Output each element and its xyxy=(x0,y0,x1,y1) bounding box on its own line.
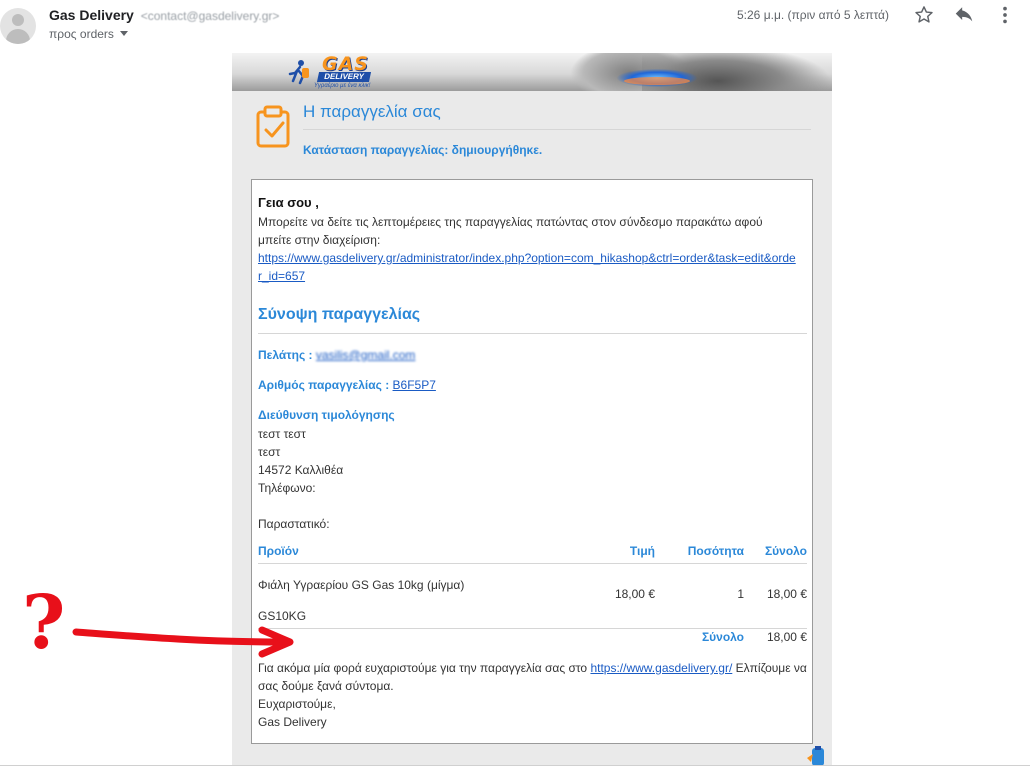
sender-name[interactable]: Gas Delivery xyxy=(49,7,134,23)
email-body: GAS DELIVERY Υγραέριο με ένα κλικ! Η παρ… xyxy=(232,53,832,766)
gas-delivery-logo[interactable]: GAS DELIVERY Υγραέριο με ένα κλικ! xyxy=(278,53,378,91)
reply-icon[interactable] xyxy=(953,4,975,26)
greeting: Γεια σου , xyxy=(258,195,319,210)
row-divider xyxy=(258,628,807,629)
order-number-link[interactable]: B6F5P7 xyxy=(393,378,436,392)
more-vert-icon[interactable] xyxy=(994,4,1016,26)
billing-street: τεστ xyxy=(258,445,281,459)
gas-flame-core xyxy=(624,77,690,85)
website-link[interactable]: https://www.gasdelivery.gr/ xyxy=(590,661,732,675)
customer-label: Πελάτης : xyxy=(258,348,313,362)
column-price: Τιμή xyxy=(629,544,655,558)
customer-row: Πελάτης : vasilis@gmail.com xyxy=(258,348,415,362)
logo-tagline: Υγραέριο με ένα κλικ! xyxy=(314,83,371,89)
thank-you-message: Για ακόμα μία φορά ευχαριστούμε για την … xyxy=(258,659,807,695)
column-total: Σύνολο xyxy=(764,544,807,558)
column-quantity: Ποσότητα xyxy=(687,544,744,558)
order-number-row: Αριθμός παραγγελίας : B6F5P7 xyxy=(258,378,436,392)
timestamp: 5:26 μ.μ. (πριν από 5 λεπτά) xyxy=(737,8,889,22)
thanks-prefix: Για ακόμα μία φορά ευχαριστούμε για την … xyxy=(258,661,591,675)
delivery-runner-icon xyxy=(288,60,309,85)
sender-address: <contact@gasdelivery.gr> xyxy=(140,9,280,23)
recipient-label: προς orders xyxy=(49,27,114,41)
item-total: 18,00 € xyxy=(766,587,807,601)
avatar-head xyxy=(12,14,24,26)
invoice-label: Παραστατικό: xyxy=(258,517,330,531)
clipboard-check-icon xyxy=(256,105,290,148)
column-product: Προϊόν xyxy=(258,544,299,558)
billing-phone: Τηλέφωνο: xyxy=(258,481,316,495)
item-quantity: 1 xyxy=(737,587,744,601)
grand-total-value: 18,00 € xyxy=(766,630,807,644)
intro-text: Μπορείτε να δείτε τις λεπτομέρειες της π… xyxy=(258,215,763,247)
billing-address: τεστ τεστ τεστ 14572 Καλλιθέα Τηλέφωνο: xyxy=(258,425,343,497)
grand-total-label: Σύνολο xyxy=(701,630,744,644)
billing-name: τεστ τεστ xyxy=(258,427,306,441)
admin-order-link[interactable]: https://www.gasdelivery.gr/administrator… xyxy=(258,249,798,285)
customer-email-link[interactable]: vasilis@gmail.com xyxy=(316,348,416,362)
signoff-company: Gas Delivery xyxy=(258,715,327,729)
arrow-icon xyxy=(72,628,289,646)
order-number-label: Αριθμός παραγγελίας : xyxy=(258,378,390,392)
avatar-body xyxy=(6,29,30,44)
order-summary-title: Σύνοψη παραγγελίας xyxy=(258,305,807,334)
billing-city: 14572 Καλλιθέα xyxy=(258,463,344,477)
billing-address-label: Διεύθυνση τιμολόγησης xyxy=(258,408,395,422)
order-content-box: Γεια σου , Μπορείτε να δείτε τις λεπτομέ… xyxy=(251,179,813,744)
question-mark-icon: ? xyxy=(22,580,65,666)
chevron-down-icon[interactable] xyxy=(119,31,128,36)
question-arrow-annotation: ? xyxy=(22,580,294,666)
recipient-line[interactable]: προς orders xyxy=(49,27,128,41)
item-price: 18,00 € xyxy=(614,587,655,601)
sender-avatar xyxy=(0,8,36,44)
star-icon[interactable] xyxy=(913,4,935,26)
sign-off: Ευχαριστούμε, Gas Delivery xyxy=(258,695,336,731)
items-table-header: Προϊόν Τιμή Ποσότητα Σύνολο xyxy=(258,541,807,564)
logo-subtext: DELIVERY xyxy=(316,72,372,82)
order-title: Η παραγγελία σας xyxy=(303,101,811,130)
sender-line: Gas Delivery <contact@gasdelivery.gr> xyxy=(49,7,279,24)
header-banner: GAS DELIVERY Υγραέριο με ένα κλικ! xyxy=(232,53,832,91)
signoff-thanks: Ευχαριστούμε, xyxy=(258,697,336,711)
order-status: Κατάσταση παραγγελίας: δημιουργήθηκε. xyxy=(303,143,543,157)
gas-cylinder-icon xyxy=(807,746,824,766)
